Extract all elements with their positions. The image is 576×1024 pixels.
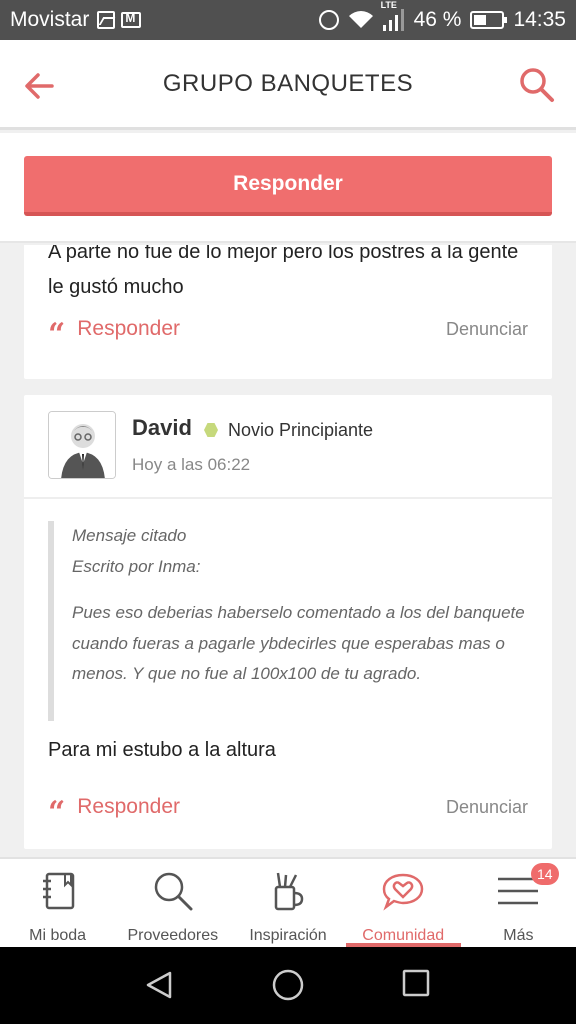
- nav-item-mas[interactable]: 14 Más: [461, 859, 576, 947]
- respond-link[interactable]: Responder: [77, 795, 180, 819]
- post-actions: “ Responder Denunciar: [48, 795, 528, 819]
- rank-badge-icon: [204, 423, 218, 437]
- nav-label: Más: [503, 927, 534, 944]
- thread-content: A parte no fue de lo mejor pero los post…: [0, 245, 576, 857]
- post-timestamp: Hoy a las 06:22: [132, 455, 251, 474]
- reply-bar: Responder: [0, 133, 576, 243]
- report-link[interactable]: Denunciar: [446, 319, 528, 340]
- wifi-icon: [348, 10, 374, 30]
- quote-icon: “: [48, 320, 66, 338]
- network-type: LTE: [380, 0, 397, 10]
- nav-label: Inspiración: [249, 927, 327, 944]
- alarm-icon: [318, 10, 339, 30]
- nav-item-proveedores[interactable]: Proveedores: [115, 859, 230, 947]
- post-text: A parte no fue de lo mejor pero los post…: [48, 245, 519, 298]
- search-icon: [151, 871, 195, 911]
- respond-link[interactable]: Responder: [77, 317, 180, 341]
- avatar[interactable]: [48, 411, 116, 479]
- clock: 14:35: [513, 8, 566, 31]
- battery-percentage: 46 %: [413, 8, 462, 31]
- heart-chat-icon: [381, 871, 425, 911]
- image-notification-icon: [97, 11, 116, 29]
- home-circle-icon[interactable]: [272, 969, 304, 1006]
- quote-icon: “: [48, 798, 66, 816]
- post-card: David Novio Principiante Hoy a las 06:22…: [24, 395, 552, 849]
- quoted-message: Mensaje citado Escrito por Inma: Pues es…: [48, 521, 528, 721]
- reply-button[interactable]: Responder: [24, 156, 552, 216]
- author-name[interactable]: David: [132, 415, 192, 441]
- arrow-left-icon[interactable]: [22, 68, 58, 104]
- page-title: GRUPO BANQUETES: [162, 69, 414, 97]
- recents-square-icon[interactable]: [402, 969, 430, 1002]
- bottom-navigation: Mi boda Proveedores Inspiración Comunida…: [0, 857, 576, 947]
- author-rank: Novio Principiante: [228, 420, 374, 440]
- battery-icon: [470, 11, 508, 29]
- notification-badge: 14: [530, 863, 559, 885]
- notebook-icon: [36, 871, 80, 911]
- app-header: GRUPO BANQUETES: [0, 40, 576, 130]
- nav-label: Proveedores: [127, 927, 219, 944]
- quote-title: Mensaje citado: [72, 526, 187, 545]
- mail-notification-icon: [121, 11, 142, 28]
- system-navigation-bar: [0, 947, 576, 1024]
- quote-text: Pues eso deberias haberselo comentado a …: [72, 603, 525, 683]
- search-icon[interactable]: [518, 66, 556, 104]
- report-link[interactable]: Denunciar: [446, 797, 528, 818]
- post-author: David Novio Principiante Hoy a las 06:22: [24, 395, 552, 499]
- nav-item-comunidad[interactable]: Comunidad: [345, 859, 462, 947]
- quote-author: Escrito por Inma:: [72, 556, 201, 576]
- back-triangle-icon[interactable]: [144, 969, 176, 1006]
- nav-item-mi-boda[interactable]: Mi boda: [0, 859, 115, 947]
- status-bar: Movistar LTE 46 % 14:35: [0, 0, 576, 40]
- pencil-cup-icon: [266, 871, 310, 911]
- post-card: A parte no fue de lo mejor pero los post…: [24, 245, 552, 379]
- post-actions: “ Responder Denunciar: [48, 317, 528, 341]
- nav-label: Mi boda: [29, 927, 87, 944]
- carrier-name: Movistar: [10, 8, 90, 31]
- nav-item-inspiracion[interactable]: Inspiración: [230, 859, 345, 947]
- signal-icon: LTE: [381, 0, 405, 31]
- post-text: Para mi estubo a la altura: [48, 739, 276, 761]
- nav-label: Comunidad: [362, 927, 445, 944]
